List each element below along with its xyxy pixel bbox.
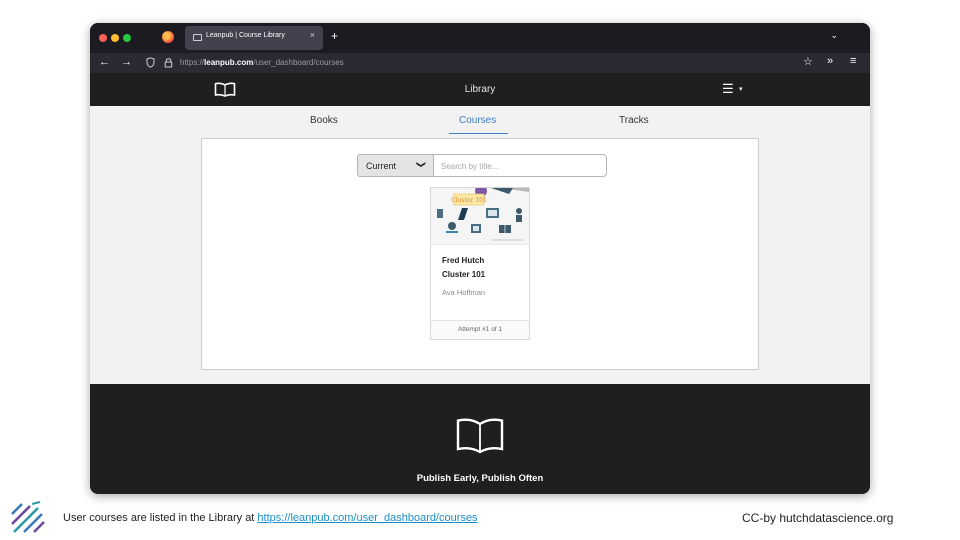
active-tab-indicator [449,133,508,134]
site-footer: Publish Early, Publish Often [90,384,870,494]
license-credit: CC-by hutchdatascience.org [742,511,894,525]
browser-tab[interactable]: Leanpub | Course Library × [185,26,323,50]
search-placeholder: Search by title... [441,162,499,171]
cover-label-text: Cluster 101 [451,197,487,204]
bookmark-star-icon[interactable]: ☆ [803,57,813,68]
tab-list-chevron-icon[interactable]: ⌄ [830,31,838,40]
course-card[interactable]: Cluster 101 Fred Hutch Cluster 101 Ava H… [430,187,530,340]
course-title[interactable]: Fred Hutch Cluster 101 [442,254,522,282]
hamburger-menu-icon[interactable]: ≡ [850,56,856,67]
slide: Leanpub | Course Library × + ⌄ ← → https… [0,0,960,540]
maximize-window-button[interactable] [123,34,131,42]
page-viewport: Library ☰ ▾ Books Courses Tracks Current… [90,73,870,494]
back-arrow-icon[interactable]: ← [99,57,110,68]
leanpub-favicon-icon [193,34,202,41]
browser-window: Leanpub | Course Library × + ⌄ ← → https… [90,23,870,494]
address-bar[interactable]: https://leanpub.com/user_dashboard/cours… [180,58,344,67]
url-domain: leanpub.com [204,58,254,67]
url-scheme: https:// [180,58,205,67]
lock-icon[interactable] [164,57,173,68]
tab-tracks[interactable]: Tracks [619,115,649,126]
site-header: Library ☰ ▾ [90,73,870,106]
tab-books[interactable]: Books [310,115,338,126]
course-title-line2: Cluster 101 [442,270,486,279]
caption-link[interactable]: https://leanpub.com/user_dashboard/cours… [257,512,477,524]
course-title-line1: Fred Hutch [442,256,485,265]
slide-caption: User courses are listed in the Library a… [63,512,478,524]
tab-courses[interactable]: Courses [459,115,496,126]
minimize-window-button[interactable] [111,34,119,42]
chevron-down-icon: ❯ [416,160,427,169]
url-path: /user_dashboard/courses [253,58,344,67]
firefox-icon [162,31,174,43]
status-filter-value: Current [366,161,397,171]
leanpub-book-logo-icon [456,418,504,454]
card-footer: Attempt #1 of 1 [431,320,529,339]
forward-arrow-icon[interactable]: → [121,57,132,68]
tab-title: Leanpub | Course Library [206,32,285,39]
page-title: Library [464,84,496,95]
overflow-chevrons-icon[interactable]: » [827,56,833,67]
tab-close-icon[interactable]: × [310,31,315,40]
course-cover-image[interactable]: Cluster 101 [431,188,529,244]
site-menu-icon[interactable]: ☰ [722,82,734,95]
close-window-button[interactable] [99,34,107,42]
shield-icon[interactable] [146,57,155,68]
new-tab-icon[interactable]: + [331,30,338,42]
site-menu-caret-icon[interactable]: ▾ [739,86,743,93]
footer-slogan: Publish Early, Publish Often [416,473,544,484]
hutch-data-science-logo-icon [11,501,45,533]
status-filter-select[interactable]: Current ❯ [357,154,434,177]
caption-text: User courses are listed in the Library a… [63,512,258,524]
course-author: Ava Hoffman [442,288,486,297]
card-divider [431,244,529,245]
browser-navbar: ← → https://leanpub.com/user_dashboard/c… [90,53,870,73]
search-input[interactable]: Search by title... [433,154,607,177]
attempt-count: Attempt #1 of 1 [457,326,503,333]
library-tabs: Books Courses Tracks [90,106,870,136]
browser-titlebar: Leanpub | Course Library × + ⌄ [90,23,870,53]
courses-panel: Current ❯ Search by title... Cluster 101 [201,138,759,370]
